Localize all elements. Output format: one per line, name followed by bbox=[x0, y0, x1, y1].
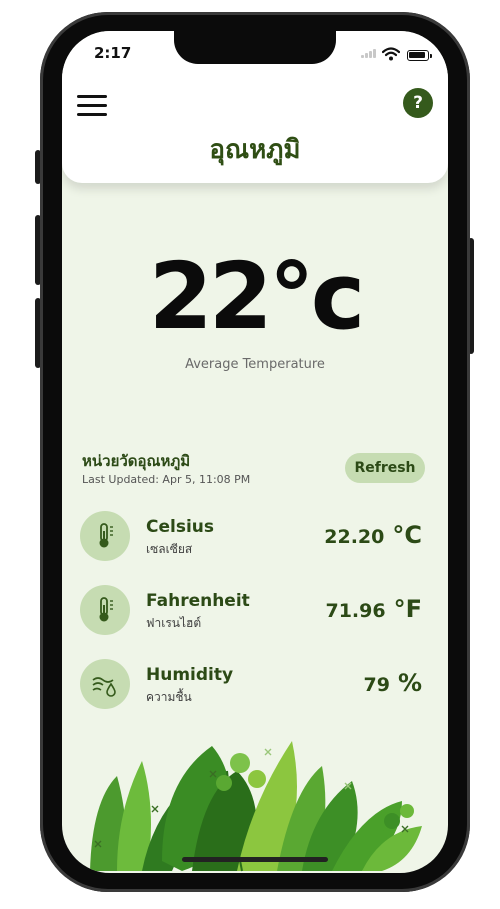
plants-illustration bbox=[90, 741, 422, 872]
row-title-fahrenheit: Fahrenheit bbox=[146, 591, 250, 611]
humidity-icon bbox=[80, 659, 130, 709]
row-value-fahrenheit: 71.96 °F bbox=[325, 595, 422, 623]
fahrenheit-unit: °F bbox=[393, 595, 422, 623]
battery-icon bbox=[407, 50, 432, 61]
thermometer-icon bbox=[80, 585, 130, 635]
home-indicator[interactable] bbox=[182, 857, 328, 862]
phone-notch bbox=[174, 31, 336, 64]
row-subtitle-fahrenheit: ฟาเรนไฮต์ bbox=[146, 616, 202, 630]
hamburger-menu-button[interactable] bbox=[77, 95, 109, 117]
average-temperature-label: Average Temperature bbox=[185, 357, 325, 372]
humidity-unit: % bbox=[397, 669, 422, 697]
fahrenheit-value: 71.96 bbox=[325, 600, 386, 622]
average-temperature-value: 22°c bbox=[148, 243, 366, 350]
row-title-celsius: Celsius bbox=[146, 517, 214, 537]
row-title-humidity: Humidity bbox=[146, 665, 234, 685]
row-value-celsius: 22.20 °C bbox=[324, 521, 422, 549]
thermometer-icon bbox=[80, 511, 130, 561]
page-title: อุณหภูมิ bbox=[209, 135, 301, 165]
refresh-button[interactable]: Refresh bbox=[345, 453, 425, 483]
celsius-unit: °C bbox=[392, 521, 422, 549]
help-button[interactable]: ? bbox=[403, 88, 433, 118]
app-screen: ? อุณหภูมิ 2:17 22°c Average Temperature… bbox=[62, 31, 448, 873]
row-subtitle-humidity: ความชื้น bbox=[146, 690, 192, 704]
celsius-value: 22.20 bbox=[324, 526, 385, 548]
row-value-humidity: 79% bbox=[364, 669, 423, 697]
status-time: 2:17 bbox=[94, 44, 132, 62]
section-title: หน่วยวัดอุณหภูมิ bbox=[82, 452, 191, 470]
row-subtitle-celsius: เซลเซียส bbox=[146, 542, 193, 556]
humidity-value: 79 bbox=[363, 674, 390, 696]
last-updated-text: Last Updated: Apr 5, 11:08 PM bbox=[82, 473, 251, 486]
wifi-icon bbox=[382, 47, 400, 61]
